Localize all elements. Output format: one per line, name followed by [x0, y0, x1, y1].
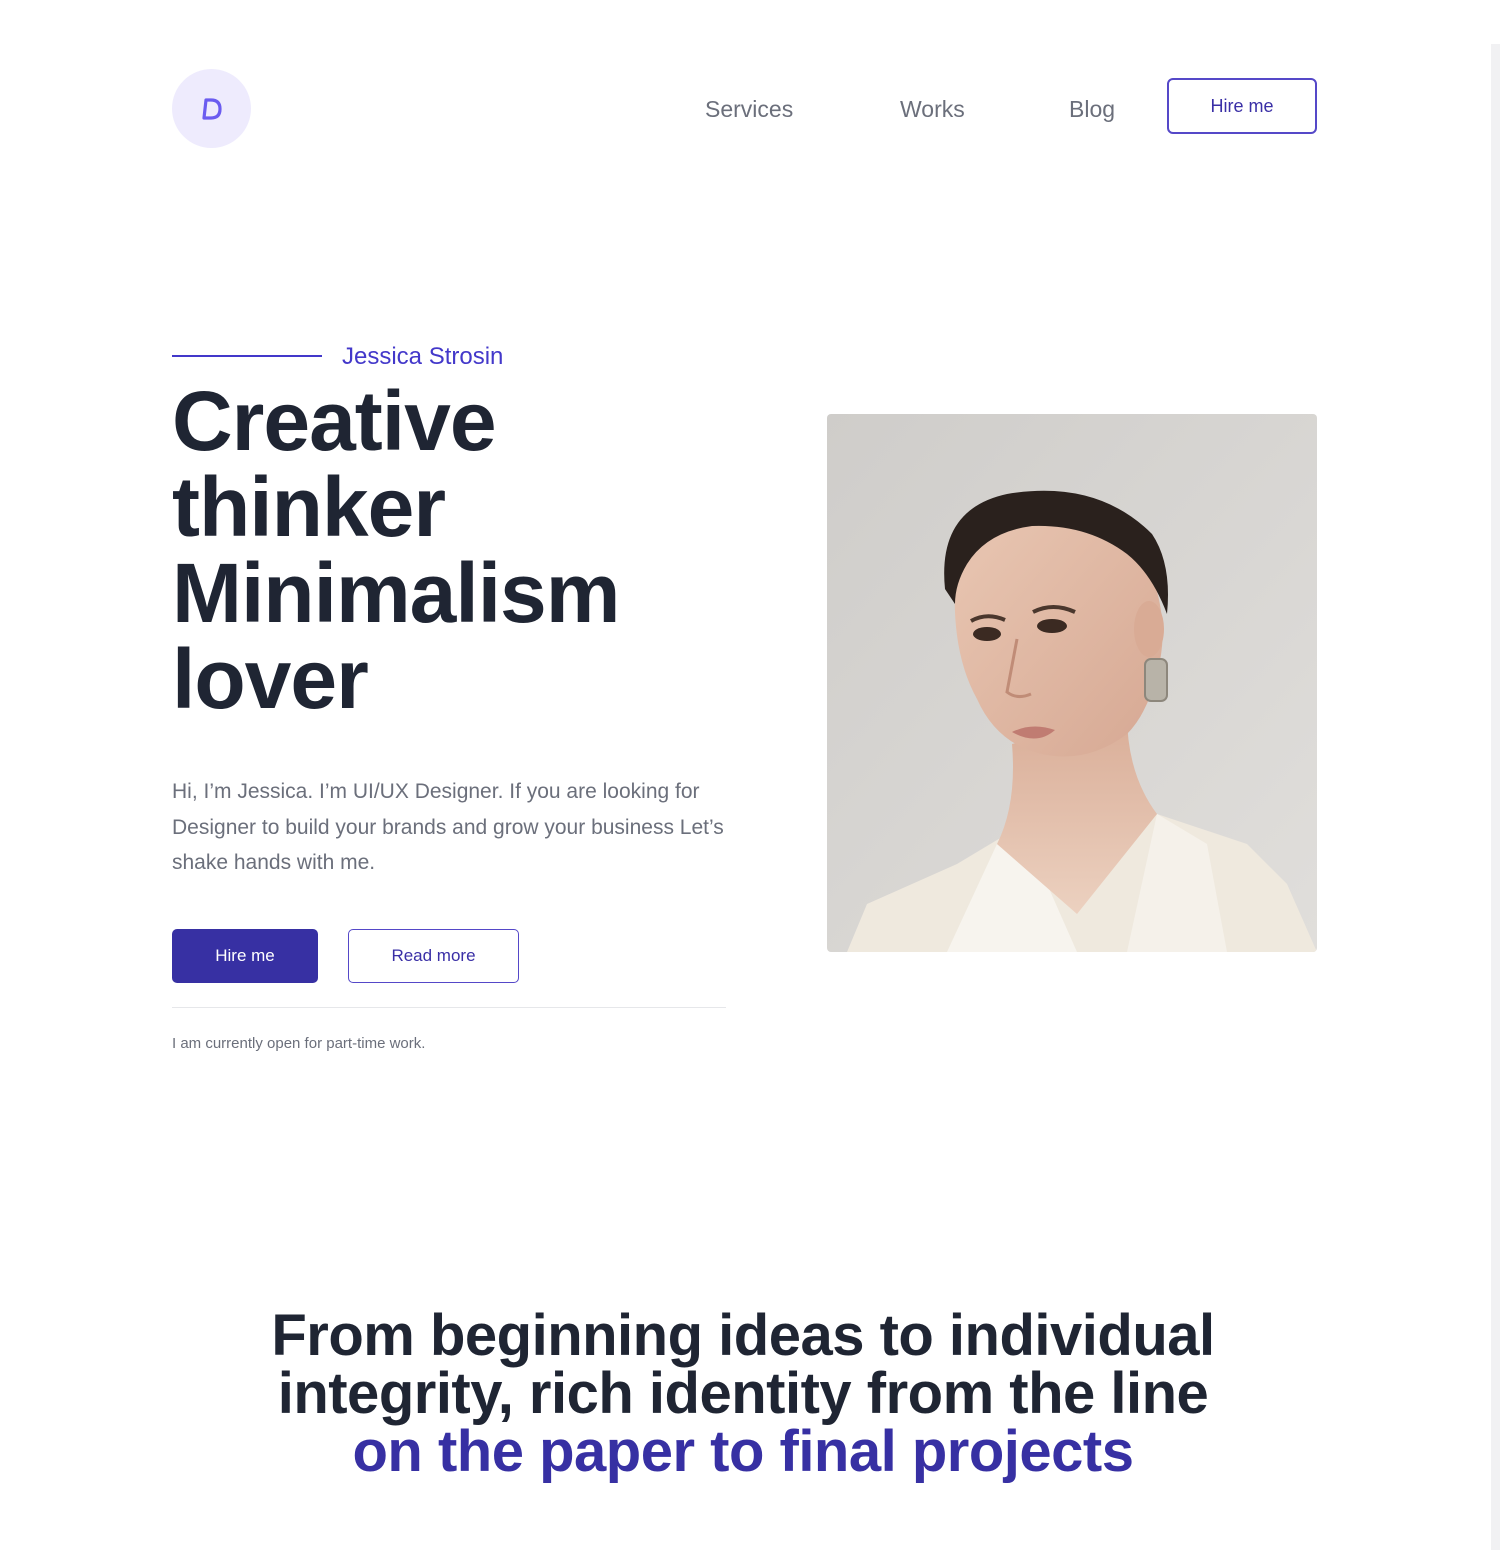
tagline-line-1: From beginning ideas to individual	[271, 1303, 1215, 1368]
eyebrow-line	[172, 355, 322, 357]
hire-me-button[interactable]: Hire me	[172, 929, 318, 983]
tagline: From beginning ideas to individual integ…	[150, 1307, 1336, 1481]
d-logo-icon	[201, 97, 222, 120]
eyebrow-name: Jessica Strosin	[342, 343, 504, 370]
hero-divider	[172, 1007, 726, 1008]
nav-blog[interactable]: Blog	[1069, 95, 1115, 123]
tagline-line-2: integrity, rich identity from the line	[277, 1361, 1209, 1426]
hero-title-line: Minimalism	[172, 546, 620, 640]
hero-title-line: thinker	[172, 460, 446, 554]
hero-title-line: Creative	[172, 374, 497, 468]
page-edge-rule	[1491, 44, 1500, 1550]
availability-note: I am currently open for part-time work.	[172, 1035, 426, 1052]
nav-hire-button[interactable]: Hire me	[1167, 78, 1317, 134]
hero-title: Creative thinker Minimalism lover	[172, 378, 732, 722]
nav-services[interactable]: Services	[705, 95, 793, 123]
tagline-line-accent: on the paper to final projects	[352, 1419, 1134, 1484]
portrait-photo	[827, 414, 1317, 952]
hero-title-line: lover	[172, 632, 369, 726]
hero-description: Hi, I’m Jessica. I’m UI/UX Designer. If …	[172, 780, 724, 874]
read-more-button[interactable]: Read more	[348, 929, 519, 983]
nav-works[interactable]: Works	[900, 95, 965, 123]
logo[interactable]	[172, 69, 251, 148]
